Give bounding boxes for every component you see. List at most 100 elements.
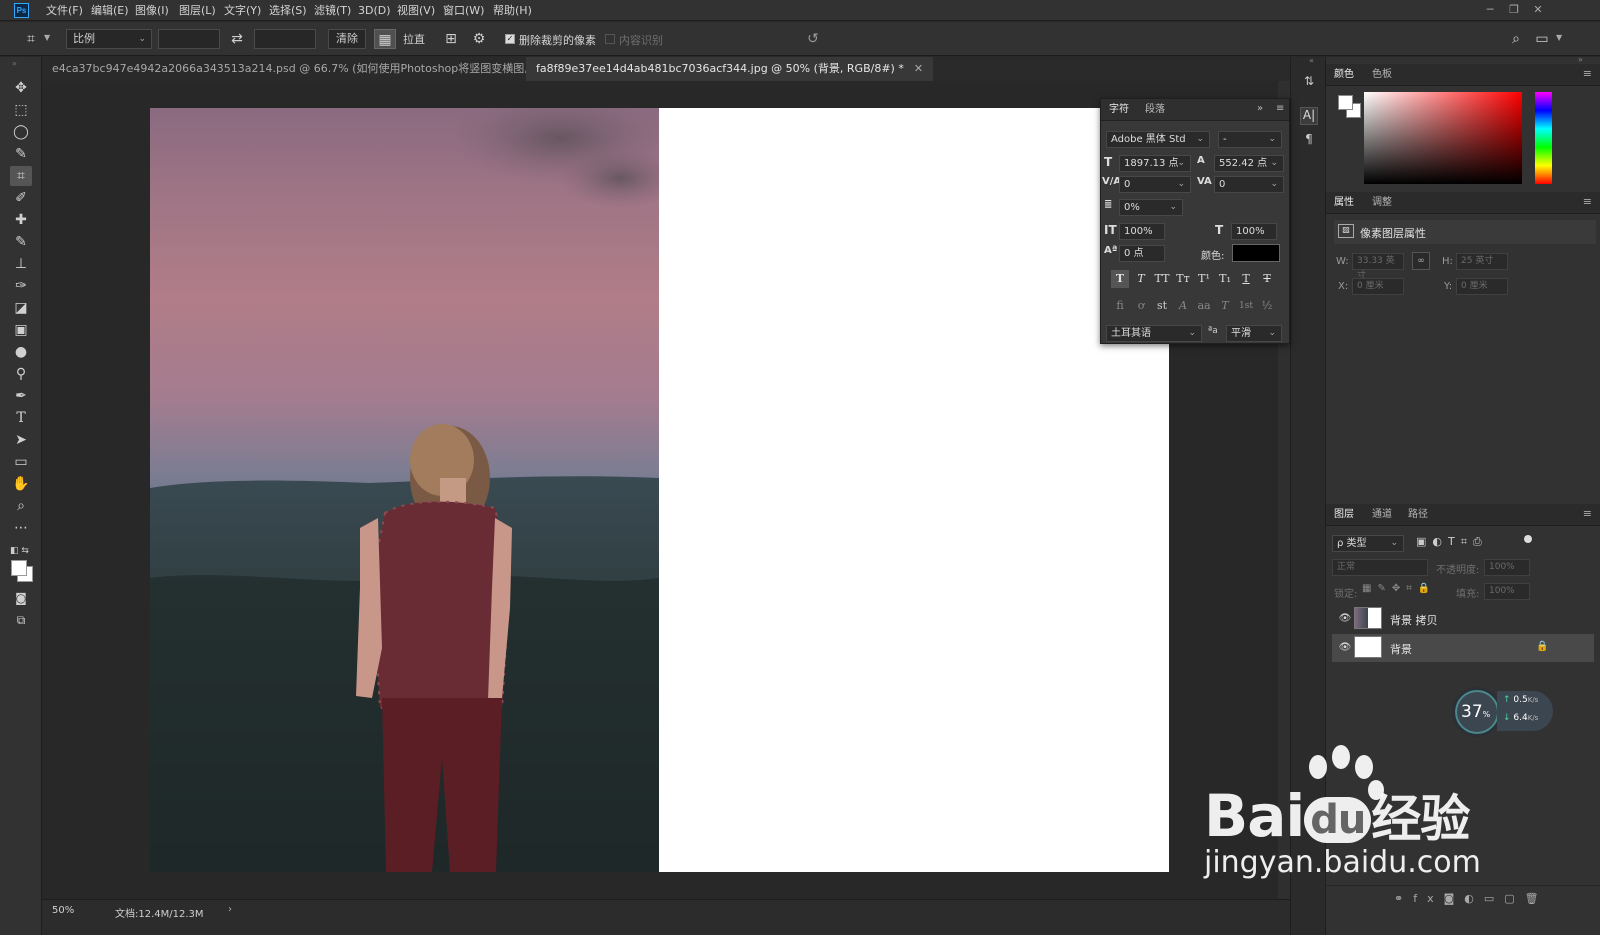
- tab-properties[interactable]: 属性: [1334, 192, 1354, 214]
- layer-row[interactable]: 👁 背景 拷贝: [1332, 605, 1594, 633]
- faux-bold-button[interactable]: T: [1111, 270, 1129, 288]
- layer-name[interactable]: 背景: [1390, 641, 1412, 657]
- dodge-tool-icon[interactable]: ⚲: [10, 364, 32, 384]
- content-aware-checkbox[interactable]: [605, 34, 615, 44]
- photo-layer[interactable]: [150, 108, 659, 872]
- baseline-shift-input[interactable]: 0 点: [1119, 245, 1165, 262]
- link-icon[interactable]: ∞: [1412, 252, 1430, 270]
- tab-document-jpg[interactable]: fa8f89e37ee14d4ab481bc7036acf344.jpg @ 5…: [526, 57, 934, 81]
- height-input[interactable]: 25 英寸: [1456, 253, 1508, 270]
- swap-icon[interactable]: ⇄: [226, 29, 248, 49]
- rectangle-tool-icon[interactable]: ▭: [10, 452, 32, 472]
- collapse-icon[interactable]: »: [1578, 55, 1583, 64]
- opacity-input[interactable]: 100%: [1484, 559, 1530, 576]
- subscript-button[interactable]: T₁: [1216, 270, 1234, 288]
- font-size-input[interactable]: 1897.13 点 ⌄: [1119, 155, 1191, 172]
- workspace-icon[interactable]: ▭: [1531, 29, 1553, 49]
- eraser-tool-icon[interactable]: ◪: [10, 298, 32, 318]
- fractions-button[interactable]: ½: [1258, 297, 1276, 315]
- reset-icon[interactable]: ↺: [802, 29, 824, 49]
- leading-input[interactable]: 552.42 点 ⌄: [1214, 155, 1284, 172]
- menu-help[interactable]: 帮助(H): [493, 0, 532, 21]
- straighten-label[interactable]: 拉直: [403, 31, 425, 47]
- more-tools-icon[interactable]: ⋯: [10, 518, 32, 538]
- layer-actions-icons[interactable]: ⚭fx◙◐▭▢🗑: [1394, 892, 1549, 905]
- close-icon[interactable]: ✕: [1529, 1, 1547, 19]
- marquee-tool-icon[interactable]: ⬚: [10, 100, 32, 120]
- panel-menu-icon[interactable]: ≡: [1583, 67, 1592, 80]
- ratio-select[interactable]: 比例 ⌄: [66, 29, 152, 49]
- network-speed-widget[interactable]: 37%: [1452, 687, 1502, 737]
- restore-icon[interactable]: ❐: [1505, 1, 1523, 19]
- menu-window[interactable]: 窗口(W): [443, 0, 484, 21]
- hand-tool-icon[interactable]: ✋: [10, 474, 32, 494]
- tab-swatches[interactable]: 色板: [1372, 64, 1392, 86]
- crop-tool-preset-icon[interactable]: ⌗: [20, 29, 42, 49]
- discretionary-ligatures-button[interactable]: st: [1153, 297, 1171, 315]
- menu-edit[interactable]: 编辑(E): [91, 0, 129, 21]
- foreground-color-swatch[interactable]: [1338, 95, 1353, 110]
- tab-color[interactable]: 颜色: [1334, 64, 1354, 86]
- gear-icon[interactable]: ⚙: [468, 29, 490, 49]
- ordinals-button[interactable]: 1st: [1237, 297, 1255, 315]
- screen-mode-icon[interactable]: ⧉: [10, 610, 32, 630]
- blend-mode-select[interactable]: 正常: [1332, 559, 1428, 576]
- quick-select-tool-icon[interactable]: ✎: [10, 144, 32, 164]
- tracking-input[interactable]: 0 ⌄: [1214, 176, 1284, 193]
- path-select-tool-icon[interactable]: ➤: [10, 430, 32, 450]
- superscript-button[interactable]: T¹: [1195, 270, 1213, 288]
- underline-button[interactable]: T: [1237, 270, 1255, 288]
- menu-image[interactable]: 图像(I): [135, 0, 169, 21]
- brush-tool-icon[interactable]: ✎: [10, 232, 32, 252]
- fill-input[interactable]: 100%: [1484, 583, 1530, 600]
- menu-filter[interactable]: 滤镜(T): [314, 0, 351, 21]
- pen-tool-icon[interactable]: ✒: [10, 386, 32, 406]
- color-picker-field[interactable]: [1364, 92, 1522, 184]
- lock-icons[interactable]: ▦✎✥⌗🔒: [1362, 583, 1436, 594]
- panel-menu-icon[interactable]: ≡: [1583, 507, 1592, 520]
- eyedropper-tool-icon[interactable]: ✐: [10, 188, 32, 208]
- layer-row[interactable]: 👁 背景 🔒: [1332, 634, 1594, 662]
- blur-tool-icon[interactable]: ●: [10, 342, 32, 362]
- delete-cropped-checkbox[interactable]: ✓: [505, 34, 515, 44]
- stylistic-alternates-button[interactable]: aa: [1195, 297, 1213, 315]
- double-chevron-icon[interactable]: »: [1257, 103, 1263, 114]
- tab-layers[interactable]: 图层: [1334, 504, 1354, 526]
- gradient-tool-icon[interactable]: ▣: [10, 320, 32, 340]
- small-caps-button[interactable]: Tт: [1174, 270, 1192, 288]
- menu-3d[interactable]: 3D(D): [358, 0, 391, 21]
- stamp-tool-icon[interactable]: ⊥: [10, 254, 32, 274]
- swash-button[interactable]: A: [1174, 297, 1192, 315]
- text-color-swatch[interactable]: [1232, 244, 1280, 262]
- minimize-icon[interactable]: ─: [1481, 1, 1499, 19]
- healing-brush-tool-icon[interactable]: ✚: [10, 210, 32, 230]
- eye-icon[interactable]: 👁: [1338, 612, 1352, 626]
- quick-mask-icon[interactable]: ◙: [10, 588, 32, 608]
- search-icon[interactable]: ⌕: [1505, 29, 1527, 49]
- crop-tool-icon[interactable]: ⌗: [10, 166, 32, 186]
- chevron-right-icon[interactable]: ›: [228, 904, 232, 915]
- character-panel-icon[interactable]: A|: [1300, 107, 1318, 125]
- ratio-height-input[interactable]: [254, 29, 316, 49]
- zoom-level[interactable]: 50%: [52, 905, 74, 916]
- history-icon[interactable]: ⇅: [1300, 74, 1318, 92]
- foreground-color-swatch[interactable]: [11, 560, 27, 576]
- tab-character[interactable]: 字符: [1109, 99, 1129, 121]
- x-input[interactable]: 0 厘米: [1352, 278, 1404, 295]
- ratio-width-input[interactable]: [158, 29, 220, 49]
- menu-view[interactable]: 视图(V): [397, 0, 435, 21]
- canvas-extension-white[interactable]: [659, 108, 1169, 872]
- move-tool-icon[interactable]: ✥: [10, 78, 32, 98]
- all-caps-button[interactable]: TT: [1153, 270, 1171, 288]
- hue-slider[interactable]: [1535, 92, 1552, 184]
- grid-overlay-icon[interactable]: ⊞: [440, 29, 462, 49]
- layer-filter-select[interactable]: ρ 类型 ⌄: [1332, 535, 1404, 552]
- straighten-icon[interactable]: ▦: [374, 29, 396, 49]
- eye-icon[interactable]: 👁: [1338, 641, 1352, 655]
- tab-channels[interactable]: 通道: [1372, 504, 1392, 526]
- vertical-scale-input[interactable]: 100%: [1119, 223, 1165, 240]
- tsume-input[interactable]: 0% ⌄: [1119, 199, 1183, 216]
- titling-alternates-button[interactable]: T: [1216, 297, 1234, 315]
- font-style-select[interactable]: - ⌄: [1218, 131, 1282, 148]
- history-brush-tool-icon[interactable]: ✑: [10, 276, 32, 296]
